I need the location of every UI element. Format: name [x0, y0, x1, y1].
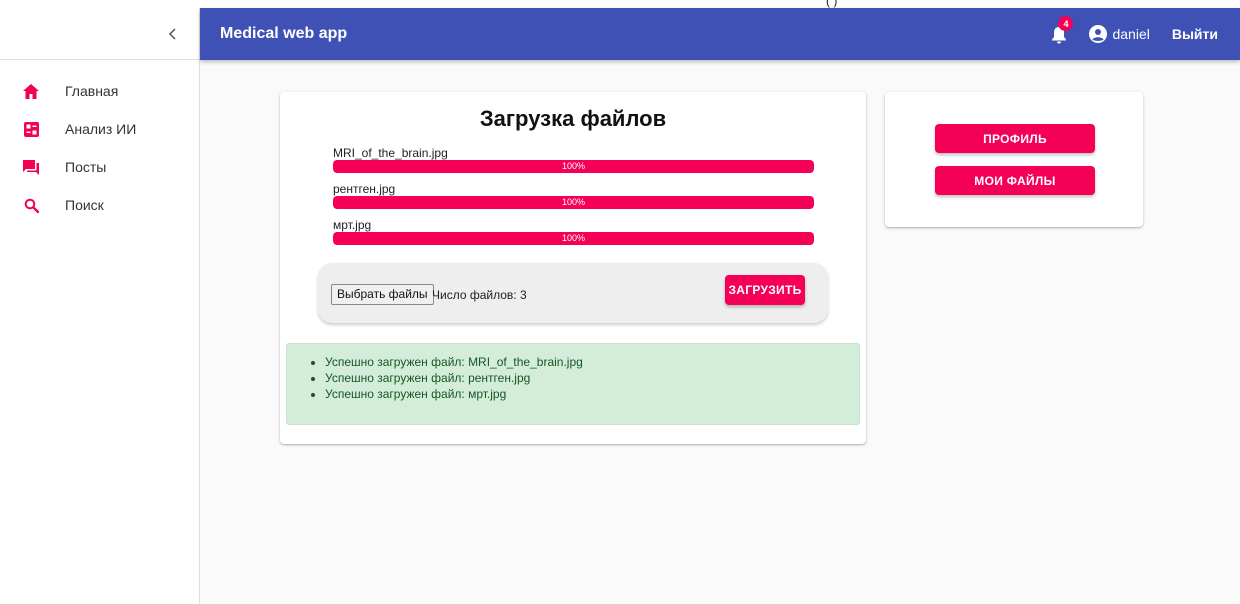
upload-file-item: MRI_of_the_brain.jpg 100% [333, 146, 814, 182]
sidebar-item-ai-analysis[interactable]: Анализ ИИ [0, 110, 199, 148]
account-circle-icon [1089, 25, 1108, 43]
files-count-label: Число файлов: 3 [432, 288, 527, 302]
username: daniel [1112, 26, 1150, 42]
top-clipped-strip: ( ) [0, 0, 1240, 8]
file-picker-panel: Выбрать файлы Число файлов: 3 ЗАГРУЗИТЬ [318, 263, 828, 323]
search-icon [22, 196, 40, 214]
sidebar-item-label: Анализ ИИ [65, 121, 137, 137]
notification-count-badge: 4 [1058, 16, 1074, 31]
upload-progress-bar: 100% [333, 160, 814, 173]
sidebar-item-label: Посты [65, 159, 107, 175]
progress-label: 100% [561, 197, 586, 207]
forum-icon [22, 158, 40, 176]
progress-label: 100% [561, 233, 586, 243]
upload-file-item: рентген.jpg 100% [333, 182, 814, 218]
upload-progress-bar: 100% [333, 232, 814, 245]
chevron-left-icon [168, 28, 176, 40]
home-icon [22, 82, 40, 100]
logout-button[interactable]: Выйти [1172, 26, 1218, 42]
success-message-list: Успешно загружен файл: MRI_of_the_brain.… [287, 344, 859, 402]
success-message: Успешно загружен файл: рентген.jpg [325, 370, 859, 386]
sidebar-item-home[interactable]: Главная [0, 72, 199, 110]
app-title[interactable]: Medical web app [220, 25, 347, 43]
sidebar-header [0, 8, 199, 60]
profile-button[interactable]: ПРОФИЛЬ [935, 124, 1095, 153]
user-menu[interactable]: daniel [1089, 25, 1150, 43]
sidebar-item-posts[interactable]: Посты [0, 148, 199, 186]
collapse-sidebar-button[interactable] [161, 22, 185, 46]
clipped-text: ( ) [826, 0, 838, 8]
upload-button[interactable]: ЗАГРУЗИТЬ [725, 275, 805, 305]
upload-file-item: мрт.jpg 100% [333, 218, 814, 254]
success-alert: Успешно загружен файл: MRI_of_the_brain.… [286, 343, 860, 425]
upload-progress-bar: 100% [333, 196, 814, 209]
page-title: Загрузка файлов [479, 106, 667, 131]
file-name: рентген.jpg [333, 182, 396, 196]
my-files-button[interactable]: МОИ ФАЙЛЫ [935, 166, 1095, 195]
success-message: Успешно загружен файл: MRI_of_the_brain.… [325, 354, 859, 370]
success-message: Успешно загружен файл: мрт.jpg [325, 386, 859, 402]
sidebar: Главная Анализ ИИ Посты Поиск [0, 8, 200, 604]
app-bar-actions: 4 daniel Выйти [1049, 16, 1240, 44]
app-bar: Medical web app 4 daniel Выйти [200, 8, 1240, 60]
file-name: MRI_of_the_brain.jpg [333, 146, 448, 160]
upload-file-list: MRI_of_the_brain.jpg 100% рентген.jpg 10… [333, 146, 814, 254]
progress-label: 100% [561, 161, 586, 171]
sidebar-item-label: Поиск [65, 197, 104, 213]
sidebar-nav: Главная Анализ ИИ Посты Поиск [0, 60, 199, 224]
choose-files-button[interactable]: Выбрать файлы [331, 284, 434, 305]
file-name: мрт.jpg [333, 218, 372, 232]
sidebar-item-search[interactable]: Поиск [0, 186, 199, 224]
dashboard-icon [22, 120, 40, 138]
sidebar-item-label: Главная [65, 83, 119, 99]
file-upload-card: Загрузка файлов MRI_of_the_brain.jpg 100… [280, 92, 866, 444]
side-actions-card: ПРОФИЛЬ МОИ ФАЙЛЫ [885, 92, 1143, 227]
notifications-button[interactable]: 4 [1049, 16, 1074, 44]
